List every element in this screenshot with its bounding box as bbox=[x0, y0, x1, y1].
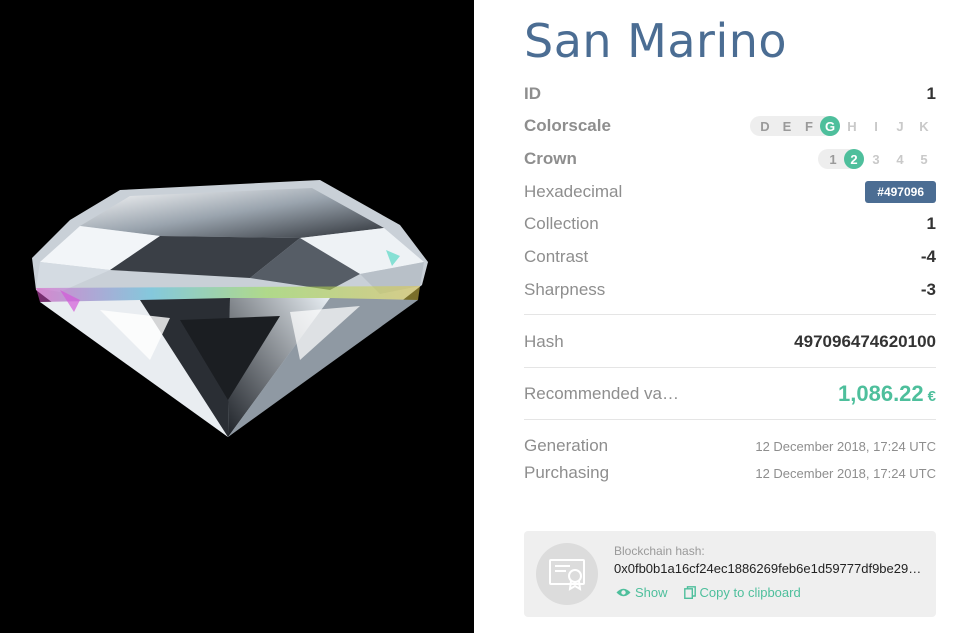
purchasing-date: 12 December 2018, 17:24 UTC bbox=[755, 465, 936, 481]
collection-row: Collection 1 bbox=[524, 212, 936, 236]
generation-row: Generation 12 December 2018, 17:24 UTC bbox=[524, 434, 936, 458]
diamond-name-title: San Marino bbox=[524, 14, 788, 68]
diamond-image-pane bbox=[0, 0, 474, 633]
blockchain-hash-label: Blockchain hash: bbox=[614, 544, 705, 558]
blockchain-hash-card: Blockchain hash: 0x0fb0b1a16cf24ec188626… bbox=[524, 531, 936, 617]
hash-label: Hash bbox=[524, 332, 564, 351]
crown-remaining: 3 4 5 bbox=[864, 149, 936, 169]
crown-scale: 1 2 3 4 5 bbox=[818, 149, 936, 169]
crown-grade: 3 bbox=[872, 151, 880, 167]
colorscale-grade: H bbox=[847, 118, 857, 134]
copy-icon bbox=[683, 586, 696, 599]
colorscale-row: Colorscale D E F G H I J K bbox=[524, 114, 936, 138]
id-row: ID 1 bbox=[524, 82, 936, 106]
blockchain-actions: Show Copy to clipboard bbox=[616, 585, 801, 600]
recommended-value-price: 1,086.22 € bbox=[838, 381, 936, 407]
hexadecimal-label: Hexadecimal bbox=[524, 182, 623, 201]
certificate-icon bbox=[536, 543, 598, 605]
purchasing-label: Purchasing bbox=[524, 463, 610, 482]
colorscale-grade: K bbox=[919, 118, 929, 134]
collection-label: Collection bbox=[524, 214, 599, 233]
blockchain-hash-value: 0x0fb0b1a16cf24ec1886269feb6e1d59777df9b… bbox=[614, 561, 922, 576]
hash-row: Hash 497096474620100 bbox=[524, 330, 936, 354]
colorscale-grade-selected: G bbox=[820, 116, 840, 136]
colorscale-grade: I bbox=[874, 118, 878, 134]
crown-grade: 1 bbox=[829, 151, 837, 167]
hash-value: 497096474620100 bbox=[794, 332, 936, 351]
show-label: Show bbox=[635, 585, 668, 600]
sharpness-value: -3 bbox=[920, 280, 936, 299]
colorscale-grade: J bbox=[896, 118, 904, 134]
colorscale-filled: D E F G bbox=[750, 116, 840, 136]
collection-value: 1 bbox=[926, 214, 936, 233]
price-currency: € bbox=[927, 388, 936, 405]
colorscale-grade: F bbox=[805, 118, 813, 134]
diamond-image bbox=[32, 180, 428, 437]
colorscale-grade: E bbox=[782, 118, 792, 134]
divider bbox=[524, 419, 936, 420]
contrast-value: -4 bbox=[920, 247, 936, 266]
divider bbox=[524, 367, 936, 368]
divider bbox=[524, 314, 936, 315]
contrast-label: Contrast bbox=[524, 247, 589, 266]
recommended-value-row: Recommended va… 1,086.22 € bbox=[524, 381, 936, 407]
hexadecimal-row: Hexadecimal #497096 bbox=[524, 180, 936, 204]
copy-to-clipboard-button[interactable]: Copy to clipboard bbox=[683, 585, 801, 600]
colorscale-scale: D E F G H I J K bbox=[750, 116, 936, 136]
eye-icon bbox=[616, 588, 631, 597]
crown-filled: 1 2 bbox=[818, 149, 864, 169]
generation-label: Generation bbox=[524, 436, 609, 455]
sharpness-label: Sharpness bbox=[524, 280, 606, 299]
contrast-row: Contrast -4 bbox=[524, 245, 936, 269]
copy-label: Copy to clipboard bbox=[699, 585, 801, 600]
id-label: ID bbox=[524, 84, 541, 103]
crown-grade: 5 bbox=[920, 151, 928, 167]
show-button[interactable]: Show bbox=[616, 585, 668, 600]
crown-grade: 4 bbox=[896, 151, 904, 167]
hexadecimal-badge: #497096 bbox=[865, 181, 936, 203]
recommended-value-label: Recommended va… bbox=[524, 384, 679, 403]
id-value: 1 bbox=[926, 84, 936, 103]
price-amount: 1,086.22 bbox=[838, 381, 924, 406]
colorscale-remaining: H I J K bbox=[840, 116, 936, 136]
colorscale-label: Colorscale bbox=[524, 116, 611, 135]
purchasing-row: Purchasing 12 December 2018, 17:24 UTC bbox=[524, 461, 936, 485]
colorscale-grade: D bbox=[760, 118, 770, 134]
sharpness-row: Sharpness -3 bbox=[524, 278, 936, 302]
generation-date: 12 December 2018, 17:24 UTC bbox=[755, 438, 936, 454]
crown-grade-selected: 2 bbox=[844, 149, 864, 169]
crown-label: Crown bbox=[524, 149, 577, 168]
crown-row: Crown 1 2 3 4 5 bbox=[524, 147, 936, 171]
diamond-details-panel: San Marino ID 1 Colorscale D E F G H I J… bbox=[474, 0, 966, 633]
